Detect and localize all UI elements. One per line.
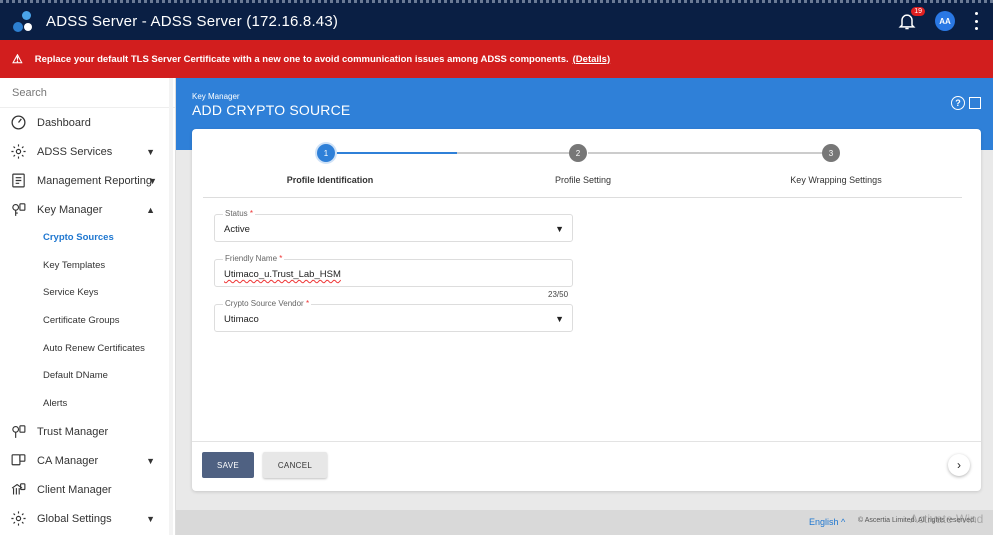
step-3-label: Key Wrapping Settings	[790, 175, 882, 185]
sidebar-search-input[interactable]: Search	[0, 78, 175, 108]
language-selector[interactable]: English ^	[809, 517, 845, 527]
friendly-name-label: Friendly Name	[225, 254, 278, 263]
notification-badge: 19	[911, 7, 925, 16]
sidebar-item-trust-manager[interactable]: Trust Manager	[0, 417, 175, 446]
trust-manager-icon	[11, 425, 25, 439]
breadcrumb[interactable]: Key Manager	[192, 92, 240, 101]
report-icon	[11, 173, 25, 188]
sidebar-item-dashboard[interactable]: Dashboard	[0, 108, 175, 137]
alert-message: Replace your default TLS Server Certific…	[34, 53, 569, 65]
app-header: ADSS Server - ADSS Server (172.16.8.43) …	[0, 0, 993, 40]
crypto-source-vendor-select[interactable]: Crypto Source Vendor * Utimaco ▼	[214, 299, 573, 332]
required-mark: *	[305, 299, 310, 308]
stepper-divider	[203, 197, 962, 198]
sidebar-item-ca-manager[interactable]: CA Manager ▼	[0, 446, 175, 475]
step-2-label: Profile Setting	[554, 175, 612, 185]
friendly-name-input[interactable]: Friendly Name * Utimaco_u.Trust_Lab_HSM	[214, 254, 573, 287]
more-options-icon[interactable]	[973, 12, 979, 30]
wizard-card: 1 2 3 Profile Identification Profile Set…	[192, 129, 981, 491]
notifications-button[interactable]: 19	[897, 7, 925, 31]
key-manager-icon	[11, 203, 25, 216]
sidebar-scrollbar[interactable]	[169, 78, 173, 535]
sidebar-item-label: Trust Manager	[37, 425, 109, 438]
tls-warning-banner: ⚠ Replace your default TLS Server Certif…	[0, 40, 993, 78]
sidebar-item-management-reporting[interactable]: Management Reporting ▼	[0, 166, 175, 195]
chevron-down-icon: ▼	[148, 175, 157, 186]
save-button[interactable]: SAVE	[202, 452, 254, 478]
footer-bar: English ^ © Ascertia Limited. All rights…	[176, 510, 993, 535]
status-label: Status	[225, 209, 248, 218]
character-counter: 23/50	[548, 290, 569, 299]
gear-icon	[10, 144, 26, 159]
sidebar-item-label: Key Manager	[37, 203, 103, 216]
user-avatar[interactable]: AA	[935, 11, 955, 31]
cancel-button[interactable]: CANCEL	[263, 452, 327, 478]
sidebar-subitem-crypto-sources[interactable]: Crypto Sources	[0, 224, 175, 252]
sidebar-item-adss-services[interactable]: ADSS Services ▼	[0, 137, 175, 166]
app-title: ADSS Server - ADSS Server (172.16.8.43)	[46, 13, 339, 30]
sidebar-subitem-alerts[interactable]: Alerts	[0, 390, 175, 418]
status-select[interactable]: Status * Active ▼	[214, 209, 573, 242]
footer-divider	[192, 441, 981, 442]
chevron-up-icon: ▲	[146, 204, 155, 215]
required-mark: *	[279, 254, 283, 263]
help-icon[interactable]: ?	[951, 96, 965, 110]
stepper-line	[588, 152, 831, 154]
adss-logo-icon	[10, 10, 34, 34]
sidebar-item-key-manager[interactable]: Key Manager ▲	[0, 195, 175, 224]
stepper-line	[457, 152, 579, 154]
dropdown-arrow-icon: ▼	[555, 224, 564, 234]
sidebar-item-label: Dashboard	[37, 116, 91, 129]
vendor-value: Utimaco	[224, 314, 259, 325]
sidebar-subitem-auto-renew-certificates[interactable]: Auto Renew Certificates	[0, 334, 175, 362]
vendor-label: Crypto Source Vendor	[225, 299, 304, 308]
warning-icon: ⚠	[12, 52, 23, 66]
step-3-indicator[interactable]: 3	[822, 144, 840, 162]
sidebar-item-label: Client Manager	[37, 483, 112, 496]
sidebar-subitem-default-dname[interactable]: Default DName	[0, 362, 175, 390]
friendly-name-value: Utimaco_u.Trust_Lab_HSM	[224, 269, 341, 280]
sidebar-subitem-key-templates[interactable]: Key Templates	[0, 252, 175, 280]
dropdown-arrow-icon: ▼	[555, 314, 564, 324]
ca-manager-icon	[11, 454, 25, 466]
chevron-down-icon: ▼	[146, 146, 155, 157]
dashboard-icon	[10, 115, 26, 130]
sidebar-item-client-manager[interactable]: Client Manager	[0, 475, 175, 504]
required-mark: *	[249, 209, 254, 218]
step-1-label: Profile Identification	[286, 175, 374, 185]
sidebar-item-label: Global Settings	[37, 512, 112, 525]
sidebar-item-label: CA Manager	[37, 454, 99, 467]
step-2-indicator[interactable]: 2	[569, 144, 587, 162]
chevron-down-icon: ▼	[146, 455, 155, 466]
sidebar-subitem-certificate-groups[interactable]: Certificate Groups	[0, 307, 175, 335]
next-step-button[interactable]: ›	[948, 454, 970, 476]
page-title: ADD CRYPTO SOURCE	[192, 102, 351, 118]
status-value: Active	[224, 224, 250, 235]
sidebar-item-global-settings[interactable]: Global Settings ▼	[0, 504, 175, 533]
step-1-indicator[interactable]: 1	[317, 144, 335, 162]
activation-watermark: Activate Wind	[910, 512, 984, 526]
global-settings-icon	[10, 511, 26, 526]
sidebar: Search Dashboard ADSS Services ▼ Managem…	[0, 78, 176, 535]
sidebar-subitem-service-keys[interactable]: Service Keys	[0, 279, 175, 307]
maximize-icon[interactable]	[969, 97, 981, 109]
stepper-progress-line	[335, 152, 457, 154]
client-manager-icon	[11, 483, 25, 495]
sidebar-item-label: ADSS Services	[37, 145, 113, 158]
alert-details-link[interactable]: (Details)	[573, 54, 610, 65]
sidebar-item-label: Management Reporting	[37, 174, 152, 187]
chevron-down-icon: ▼	[146, 513, 155, 524]
